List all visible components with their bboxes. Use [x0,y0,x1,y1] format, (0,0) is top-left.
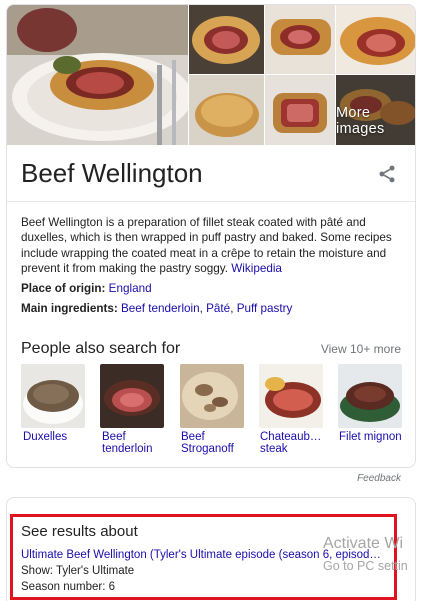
share-icon[interactable] [377,164,397,184]
see-results-title: See results about [21,523,138,540]
people-also-search-title: People also search for [21,340,181,357]
ingredient-link[interactable]: Pâté [206,302,230,315]
more-images-label[interactable]: More images [336,105,409,137]
feedback-link[interactable]: Feedback [357,473,401,484]
duxelles-thumbnail[interactable] [21,364,85,428]
activation-watermark-subtitle: Go to PC settin [323,559,408,573]
title-row: Beef Wellington [7,145,415,202]
wellington-image-2[interactable] [189,5,264,74]
beef-tenderloin-thumbnail[interactable] [100,364,164,428]
people-search-item-beef-stroganoff[interactable]: Beef Stroganoff [181,431,241,455]
wikipedia-link[interactable]: Wikipedia [231,262,282,275]
beef-stroganoff-thumbnail[interactable] [180,364,244,428]
main-dish-image[interactable] [7,5,188,145]
chateaubriand-thumbnail[interactable] [259,364,323,428]
entity-title: Beef Wellington [21,158,203,188]
place-of-origin-row: Place of origin: England [21,282,152,295]
ingredient-link[interactable]: Beef tenderloin [121,302,200,315]
wellington-image-3[interactable] [265,5,335,74]
ingredients-label: Main ingredients: [21,302,118,315]
activation-watermark-title: Activate Wi [323,535,404,552]
origin-label: Place of origin: [21,282,106,295]
ingredient-link[interactable]: Puff pastry [237,302,293,315]
origin-link[interactable]: England [109,282,152,295]
season-line: Season number: 6 [21,581,115,593]
main-ingredients-row: Main ingredients: Beef tenderloin, Pâté,… [21,302,292,315]
people-search-item-duxelles[interactable]: Duxelles [23,431,91,443]
people-search-item-chateaubriand[interactable]: Chateaub… steak [260,431,321,455]
description-text: Beef Wellington is a preparation of fill… [21,216,392,276]
view-more-link[interactable]: View 10+ more [321,342,401,356]
entity-description: Beef Wellington is a preparation of fill… [21,215,405,277]
show-line: Show: Tyler's Ultimate [21,565,135,577]
wellington-image-5[interactable] [189,75,264,145]
people-search-item-filet-mignon[interactable]: Filet mignon [339,431,407,443]
filet-mignon-thumbnail[interactable] [338,364,402,428]
wellington-image-7[interactable]: More images [336,75,415,145]
people-search-item-beef-tenderloin[interactable]: Beef tenderloin [102,431,162,455]
image-strip[interactable]: More images [7,5,415,145]
wellington-image-4[interactable] [336,5,415,74]
wellington-image-6[interactable] [265,75,335,145]
knowledge-panel: More images Beef Wellington Beef Welling… [6,4,416,468]
